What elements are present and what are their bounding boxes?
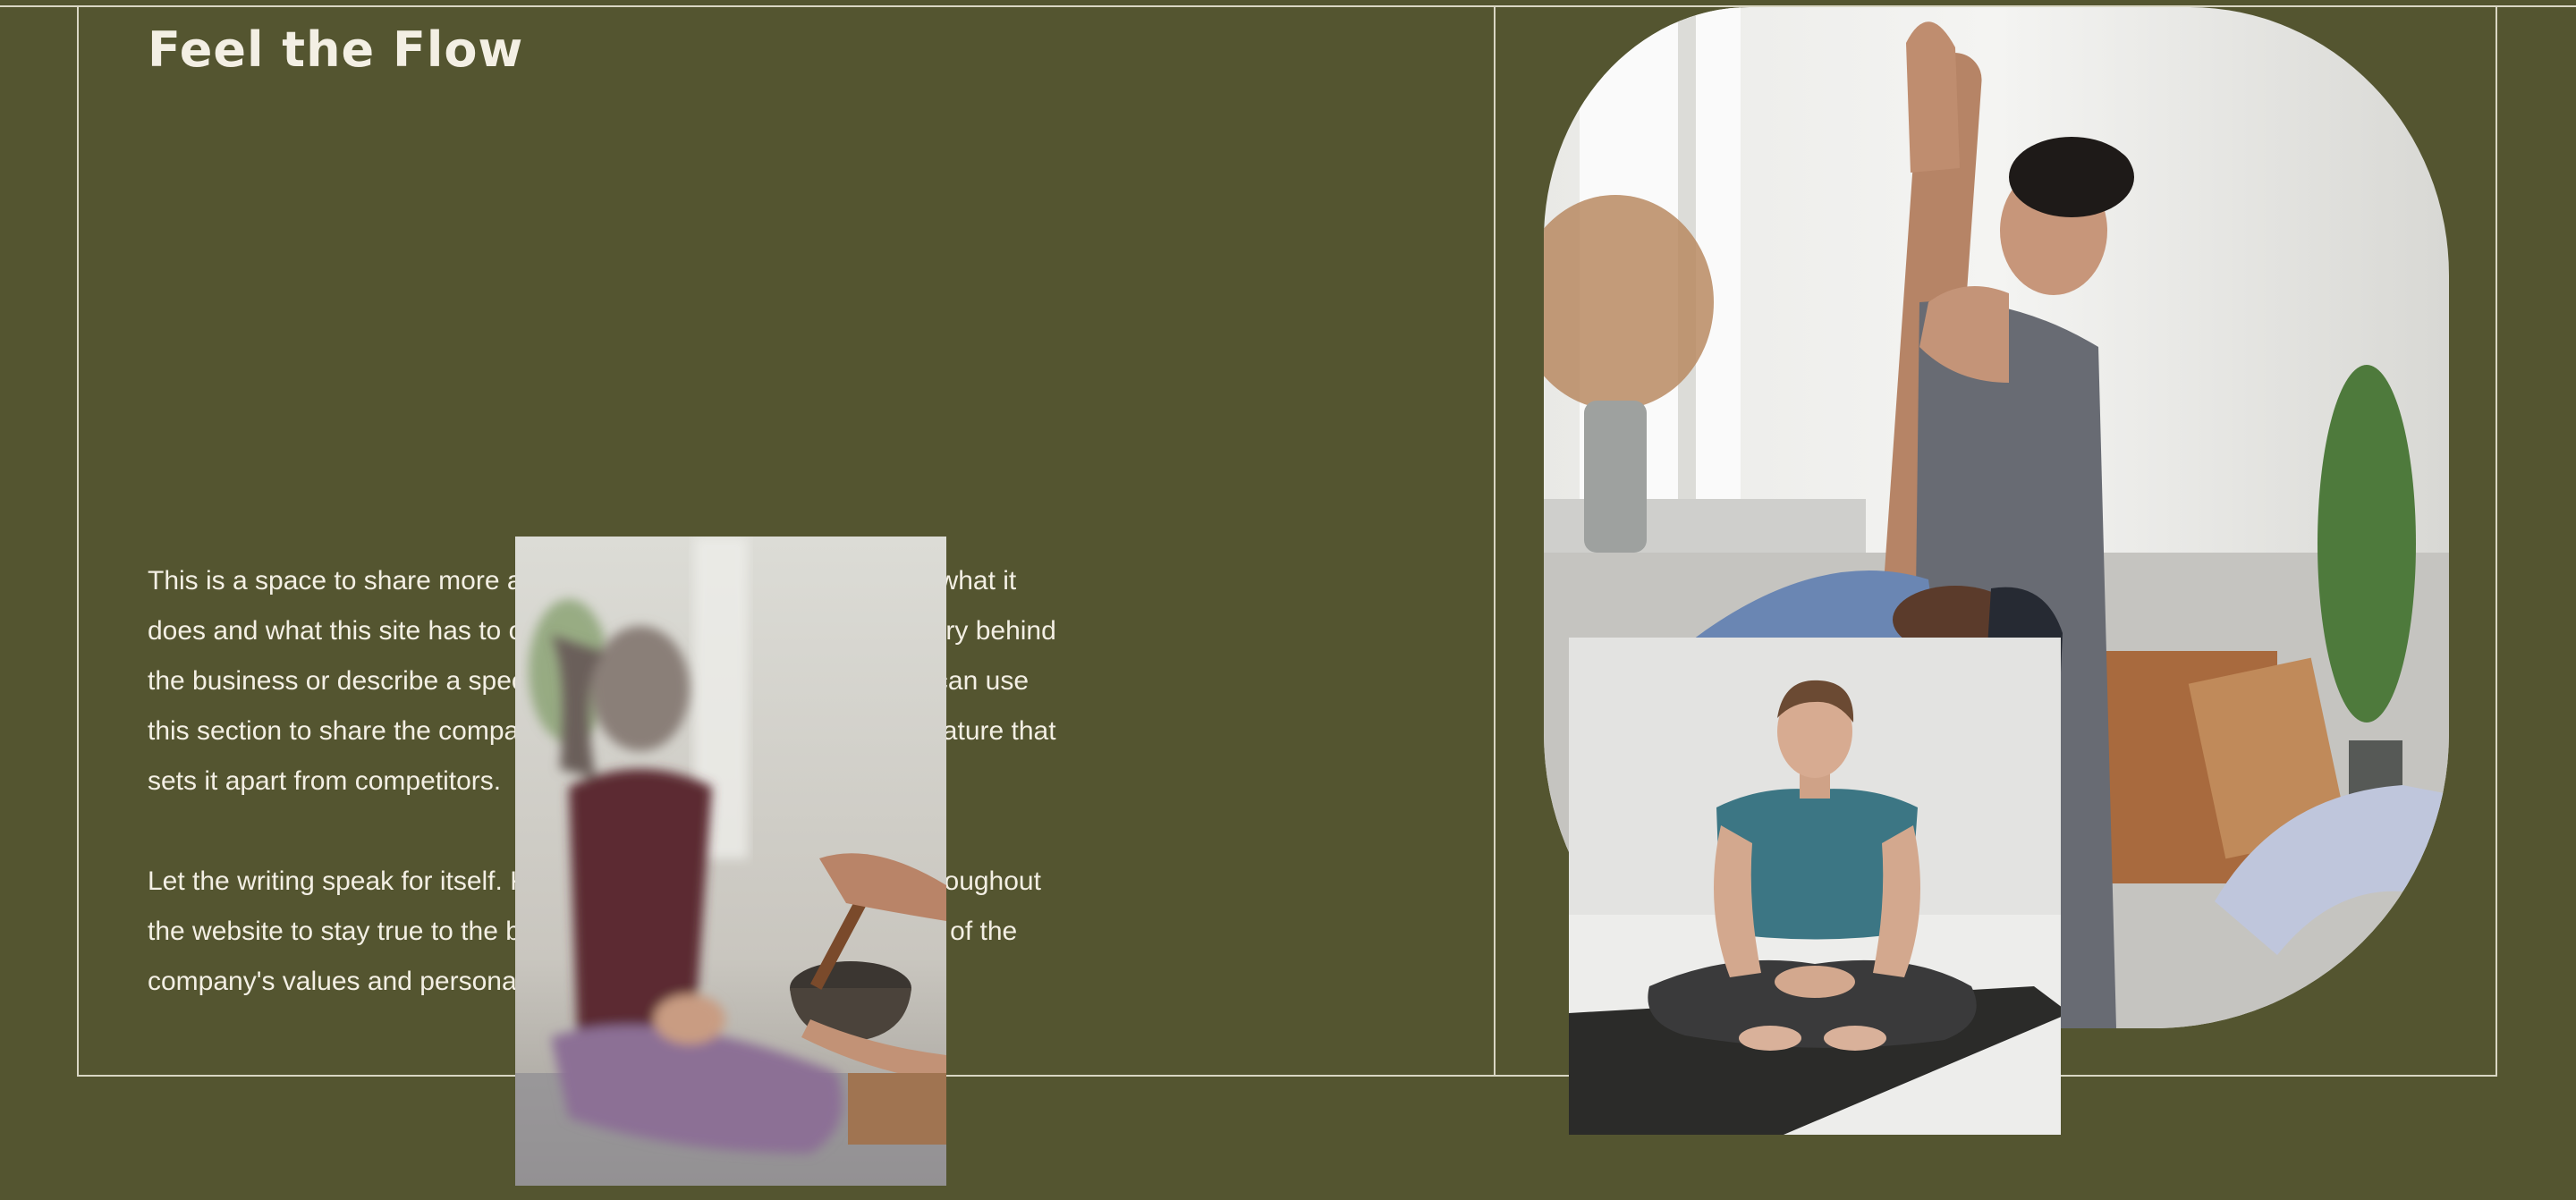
column-divider: [1494, 7, 1496, 1077]
section-title: Feel the Flow: [148, 21, 524, 78]
seated-meditation-photo: [1569, 638, 2061, 1135]
singing-bowl-photo: [515, 537, 946, 1186]
